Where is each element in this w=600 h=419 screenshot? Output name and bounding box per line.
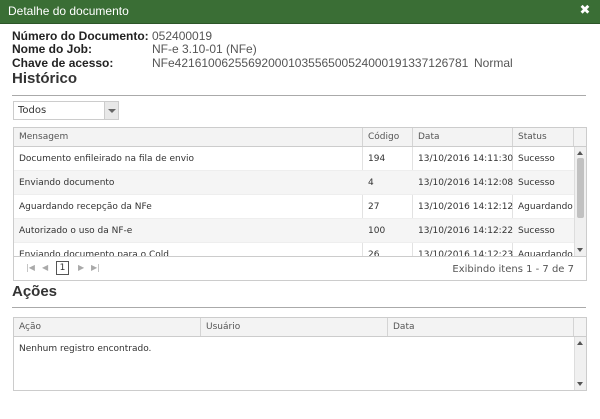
dialog-titlebar: Detalhe do documento ✖ [0,0,600,24]
column-header-mensagem[interactable]: Mensagem [14,128,363,146]
scrollbar-thumb[interactable] [577,158,584,218]
cell-mensagem: Autorizado o uso da NF-e [19,226,133,236]
cell-codigo: 100 [368,226,386,236]
access-key-row: Chave de acesso: NFe42161006255692000103… [12,56,592,70]
table-row[interactable]: Enviando documento para o Cold 26 13/10/… [14,243,574,256]
table-row[interactable]: Aguardando recepção da NFe 27 13/10/2016… [14,195,574,219]
access-key-status: Normal [474,56,513,70]
cell-codigo: 27 [368,202,380,212]
column-header-status[interactable]: Status [513,128,574,146]
document-number-row: Número do Documento: 052400019 [12,29,592,43]
job-name-label: Nome do Job: [12,42,92,56]
cell-mensagem: Documento enfileirado na fila de envio [19,154,195,164]
next-page-icon[interactable]: ▶ [78,263,84,272]
access-key-value: NFe4216100625569200010355650052400019133… [152,56,469,70]
cell-status: Sucesso [518,178,555,188]
document-number-value: 052400019 [152,29,213,43]
cell-data: 13/10/2016 14:12:12 [418,202,513,212]
cell-data: 13/10/2016 14:12:08 [418,178,513,188]
history-filter-select[interactable]: Todos [13,101,119,120]
cell-status: Sucesso [518,226,555,236]
table-row[interactable]: Documento enfileirado na fila de envio 1… [14,147,574,171]
job-name-row: Nome do Job: NF-e 3.10-01 (NFe) [12,42,592,56]
history-grid-header: Mensagem Código Data Status [14,128,586,147]
cell-data: 13/10/2016 14:12:23 [418,250,513,256]
dialog-title: Detalhe do documento [8,4,129,18]
actions-grid-header: Ação Usuário Data [14,318,586,337]
cell-status: Aguardando [518,202,573,212]
table-row[interactable]: Enviando documento 4 13/10/2016 14:12:08… [14,171,574,195]
cell-status: Aguardando [518,250,573,256]
historico-title: Histórico [12,70,78,87]
cell-mensagem: Aguardando recepção da NFe [19,202,152,212]
page-number-button[interactable]: 1 [56,261,69,275]
scroll-down-icon[interactable] [577,248,583,252]
history-filter-value: Todos [18,105,47,116]
column-header-usuario[interactable]: Usuário [201,318,388,336]
acoes-title: Ações [12,283,58,300]
cell-data: 13/10/2016 14:11:30 [418,154,513,164]
cell-mensagem: Enviando documento [19,178,115,188]
history-grid: Mensagem Código Data Status Documento en… [13,127,587,257]
history-scrollbar[interactable] [574,147,586,256]
historico-divider [12,95,586,96]
document-number-label: Número do Documento: [12,29,149,43]
first-page-icon[interactable]: |◀ [26,263,35,272]
scroll-down-icon[interactable] [577,382,583,386]
access-key-label: Chave de acesso: [12,56,114,70]
actions-grid-body: Nenhum registro encontrado. [14,337,574,390]
cell-mensagem: Enviando documento para o Cold [19,250,169,256]
actions-grid: Ação Usuário Data Nenhum registro encont… [13,317,587,391]
history-pager: |◀ ◀ 1 ▶ ▶| Exibindo itens 1 - 7 de 7 [13,257,587,281]
table-row[interactable]: Autorizado o uso da NF-e 100 13/10/2016 … [14,219,574,243]
prev-page-icon[interactable]: ◀ [42,263,48,272]
column-header-data[interactable]: Data [413,128,513,146]
scroll-up-icon[interactable] [577,151,583,155]
last-page-icon[interactable]: ▶| [91,263,100,272]
empty-message: Nenhum registro encontrado. [19,344,152,354]
column-header-codigo[interactable]: Código [363,128,413,146]
column-header-data[interactable]: Data [388,318,574,336]
cell-codigo: 194 [368,154,386,164]
close-icon[interactable]: ✖ [578,3,592,19]
cell-codigo: 4 [368,178,374,188]
cell-codigo: 26 [368,250,380,256]
scroll-up-icon[interactable] [577,341,583,345]
cell-data: 13/10/2016 14:12:22 [418,226,513,236]
job-name-value: NF-e 3.10-01 (NFe) [152,42,257,56]
cell-status: Sucesso [518,154,555,164]
column-header-acao[interactable]: Ação [14,318,201,336]
chevron-down-icon[interactable] [104,102,118,119]
acoes-divider [12,307,586,308]
actions-scrollbar[interactable] [574,337,586,390]
history-grid-body: Documento enfileirado na fila de envio 1… [14,147,574,256]
pager-info: Exibindo itens 1 - 7 de 7 [452,264,574,275]
